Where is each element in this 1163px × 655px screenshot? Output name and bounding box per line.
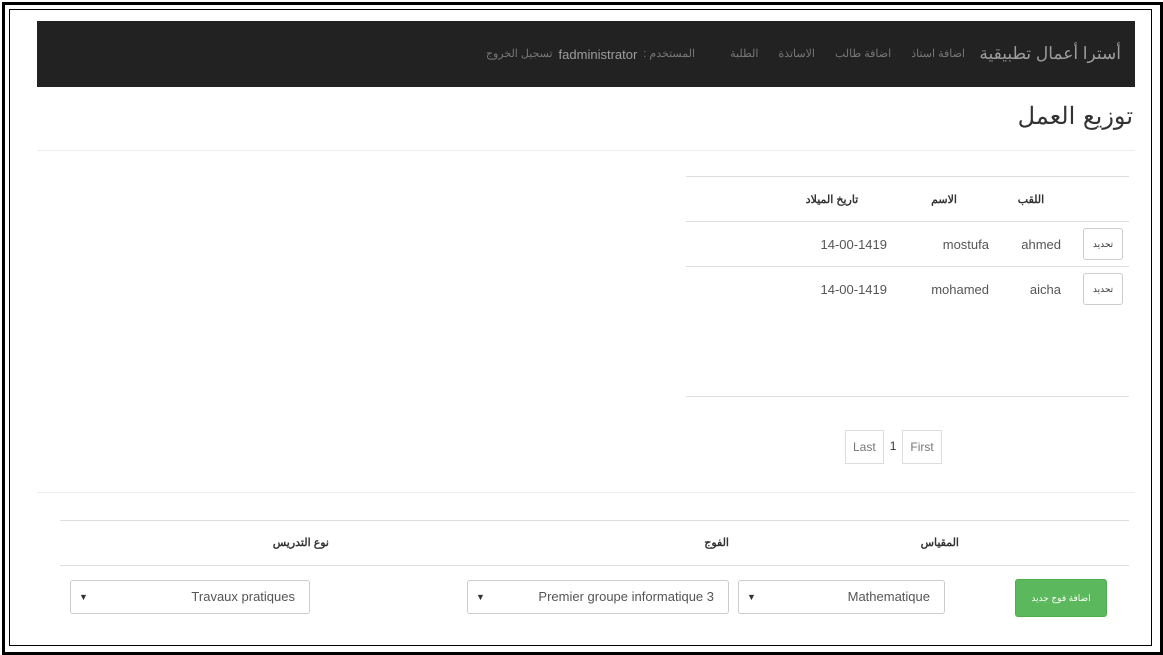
form-header-group: الفوج (704, 537, 729, 549)
table-row: تحديد aicha mohamed 14-00-1419 (686, 266, 1129, 311)
pagination-first[interactable]: First (902, 430, 942, 464)
form-header-module: المقياس (920, 537, 959, 549)
section-divider (37, 492, 1135, 493)
table-header-row: اللقب الاسم تاريخ الميلاد (686, 176, 1129, 222)
group-select-value: Premier groupe informatique 3 (538, 589, 714, 604)
user-label: المستخدم : (643, 48, 695, 60)
pagination-last[interactable]: Last (845, 430, 884, 464)
user-name[interactable]: fadministrator (559, 47, 638, 62)
module-select-value: Mathematique (847, 589, 930, 604)
add-group-button[interactable]: اضافة فوج جديد (1015, 579, 1107, 617)
column-header-first-name: الاسم (893, 176, 995, 222)
app-brand[interactable]: أسترا أعمال تطبيقية (979, 44, 1121, 64)
nav-menu: اضافة استاذ اضافة طالب الاساتذة الطلبة (730, 47, 965, 60)
dropdown-arrow-icon: ▼ (476, 592, 485, 602)
nav-item-teachers[interactable]: الاساتذة (778, 47, 815, 60)
table-row: تحديد ahmed mostufa 14-00-1419 (686, 221, 1129, 267)
teaching-type-select-value: Travaux pratiques (191, 589, 295, 604)
page-title: توزيع العمل (1017, 102, 1133, 130)
pagination: Last 1 First (845, 430, 942, 464)
teaching-type-select[interactable]: ▼ Travaux pratiques (70, 580, 310, 614)
nav-user-area: المستخدم : fadministrator تسجيل الخروج (486, 47, 695, 62)
dropdown-arrow-icon: ▼ (79, 592, 88, 602)
cell-first-name: mostufa (893, 221, 995, 267)
logout-link[interactable]: تسجيل الخروج (486, 47, 553, 62)
column-header-last-name: اللقب (995, 176, 1067, 222)
edit-column-header (1067, 176, 1129, 222)
select-row-button[interactable]: تحديد (1083, 228, 1123, 260)
spacer-column (686, 176, 771, 222)
nav-item-add-student[interactable]: اضافة طالب (835, 47, 891, 60)
cell-birth-date: 14-00-1419 (771, 221, 893, 267)
module-select[interactable]: ▼ Mathematique (738, 580, 945, 614)
nav-item-students[interactable]: الطلبة (730, 47, 758, 60)
select-row-button[interactable]: تحديد (1083, 273, 1123, 305)
cell-first-name: mohamed (893, 266, 995, 311)
cell-birth-date: 14-00-1419 (771, 266, 893, 311)
pagination-current-page[interactable]: 1 (883, 430, 903, 462)
staff-table: اللقب الاسم تاريخ الميلاد تحديد ahmed mo… (686, 176, 1129, 311)
cell-last-name: aicha (995, 266, 1067, 311)
nav-item-add-teacher[interactable]: اضافة استاذ (911, 47, 965, 60)
title-divider (37, 150, 1135, 151)
assignment-form-header: المقياس الفوج نوع التدريس (60, 520, 1129, 566)
group-select[interactable]: ▼ Premier groupe informatique 3 (467, 580, 729, 614)
table-bottom-line (686, 396, 1129, 397)
dropdown-arrow-icon: ▼ (747, 592, 756, 602)
cell-last-name: ahmed (995, 221, 1067, 267)
column-header-birth-date: تاريخ الميلاد (771, 176, 893, 222)
form-header-type: نوع التدريس (272, 537, 329, 549)
navbar: أسترا أعمال تطبيقية اضافة استاذ اضافة طا… (37, 21, 1135, 87)
